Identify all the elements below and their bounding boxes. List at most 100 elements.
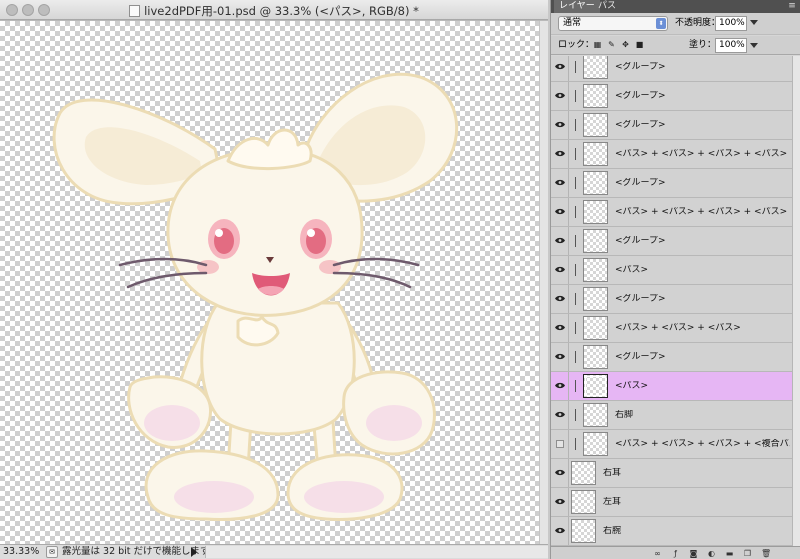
layer-row[interactable]: 左耳 [551, 488, 792, 517]
mask-icon[interactable]: ◙ [689, 549, 698, 558]
layer-row[interactable]: <グループ> [551, 56, 792, 82]
layer-name[interactable]: <パス> + <パス> + <パス> [615, 323, 790, 334]
lock-paint-icon[interactable]: ✎ [607, 40, 616, 49]
visibility-toggle[interactable] [551, 111, 569, 139]
vertical-scrollbar[interactable] [539, 21, 548, 544]
layer-row[interactable]: <グループ> [551, 285, 792, 314]
layer-name[interactable]: <グループ> [615, 91, 790, 102]
opacity-input[interactable]: 100% [715, 16, 747, 31]
blend-mode-select[interactable]: 通常 ⬍ [558, 16, 668, 31]
lock-move-icon[interactable]: ✥ [621, 40, 630, 49]
layer-thumbnail[interactable] [583, 171, 608, 195]
visibility-toggle[interactable] [551, 488, 569, 516]
eye-icon [555, 295, 565, 302]
visibility-toggle[interactable] [551, 227, 569, 255]
layer-name[interactable]: <グループ> [615, 352, 790, 363]
layer-row[interactable]: <グループ> [551, 82, 792, 111]
layer-row[interactable]: <グループ> [551, 227, 792, 256]
status-info-icon[interactable]: ✉ [46, 546, 58, 558]
trash-icon[interactable]: 🗑 [761, 549, 771, 558]
layer-row[interactable]: <パス> + <パス> + <パス> [551, 314, 792, 343]
layer-thumbnail[interactable] [583, 287, 608, 311]
layer-row[interactable]: <パス> [551, 372, 792, 401]
layer-list[interactable]: <グループ> <グループ> <グループ> <パス> + <パス> + <パス> + <… [551, 56, 792, 546]
layer-name[interactable]: <パス> + <パス> + <パス> + <複合パス> ... [615, 439, 790, 450]
visibility-toggle[interactable] [551, 82, 569, 110]
layer-name[interactable]: 右腕 [603, 526, 790, 537]
visibility-toggle[interactable] [551, 285, 569, 313]
clipping-indicator [575, 380, 579, 392]
visibility-toggle[interactable] [551, 517, 569, 545]
layer-thumbnail[interactable] [583, 345, 608, 369]
layer-name[interactable]: <グループ> [615, 294, 790, 305]
layer-name[interactable]: <グループ> [615, 178, 790, 189]
layer-name[interactable]: 右耳 [603, 468, 790, 479]
layer-name[interactable]: 右脚 [615, 410, 790, 421]
layer-list-scrollbar[interactable] [792, 56, 800, 546]
new-layer-icon[interactable]: ❐ [743, 549, 752, 558]
lock-all-icon[interactable]: ■ [635, 40, 644, 49]
layer-row[interactable]: <パス> + <パス> + <パス> + <パス> + <... [551, 198, 792, 227]
layer-name[interactable]: <パス> + <パス> + <パス> + <パス> + <... [615, 207, 790, 218]
document-titlebar[interactable]: live2dPDF用-01.psd @ 33.3% (<パス>, RGB/8) … [0, 0, 548, 20]
visibility-toggle[interactable] [551, 372, 569, 400]
zoom-level[interactable]: 33.33% [3, 546, 43, 558]
layer-thumbnail[interactable] [583, 113, 608, 137]
layer-thumbnail[interactable] [583, 258, 608, 282]
panel-menu-icon[interactable]: ≡ [787, 1, 797, 11]
layer-thumbnail[interactable] [571, 490, 596, 514]
horizontal-scrollbar[interactable] [205, 546, 548, 558]
rabbit-artwork[interactable] [0, 21, 539, 544]
visibility-toggle[interactable] [551, 343, 569, 371]
layer-row[interactable]: 右腕 [551, 517, 792, 546]
layer-thumbnail[interactable] [583, 200, 608, 224]
opacity-dropdown-icon[interactable] [750, 20, 758, 25]
layer-row[interactable]: <パス> + <パス> + <パス> + <パス> + <... [551, 140, 792, 169]
fill-dropdown-icon[interactable] [750, 43, 758, 48]
layer-name[interactable]: <グループ> [615, 120, 790, 131]
layer-thumbnail[interactable] [583, 142, 608, 166]
visibility-toggle[interactable] [551, 256, 569, 284]
layer-thumbnail[interactable] [583, 316, 608, 340]
visibility-toggle[interactable] [551, 140, 569, 168]
eye-icon [555, 266, 565, 273]
layer-thumbnail[interactable] [583, 374, 608, 398]
tab-paths[interactable]: パス [593, 0, 621, 13]
layer-name[interactable]: <パス> [615, 265, 790, 276]
layer-row[interactable]: 右脚 [551, 401, 792, 430]
link-icon[interactable]: ∞ [653, 549, 662, 558]
layer-thumbnail[interactable] [583, 84, 608, 108]
layer-name[interactable]: <パス> + <パス> + <パス> + <パス> + <... [615, 149, 790, 160]
adjustment-icon[interactable]: ◐ [707, 549, 716, 558]
layer-thumbnail[interactable] [583, 56, 608, 79]
layer-thumbnail[interactable] [583, 229, 608, 253]
layer-row[interactable]: 右耳 [551, 459, 792, 488]
status-menu-arrow-icon[interactable] [191, 547, 197, 557]
layer-row[interactable]: <グループ> [551, 169, 792, 198]
fill-input[interactable]: 100% [715, 38, 747, 53]
layer-name[interactable]: 左耳 [603, 497, 790, 508]
chevron-updown-icon: ⬍ [656, 18, 666, 29]
visibility-toggle[interactable] [551, 459, 569, 487]
layer-name[interactable]: <グループ> [615, 236, 790, 247]
visibility-toggle[interactable] [551, 169, 569, 197]
visibility-toggle[interactable] [551, 314, 569, 342]
visibility-toggle[interactable] [551, 401, 569, 429]
layer-name[interactable]: <グループ> [615, 62, 790, 73]
canvas[interactable] [0, 21, 539, 544]
layer-row[interactable]: <グループ> [551, 343, 792, 372]
layer-row[interactable]: <グループ> [551, 111, 792, 140]
visibility-toggle[interactable] [551, 56, 569, 81]
visibility-toggle[interactable] [551, 430, 569, 458]
layer-thumbnail[interactable] [583, 432, 608, 456]
layer-name[interactable]: <パス> [615, 381, 790, 392]
layer-thumbnail[interactable] [571, 461, 596, 485]
layer-thumbnail[interactable] [571, 519, 596, 543]
layer-row[interactable]: <パス> + <パス> + <パス> + <複合パス> ... [551, 430, 792, 459]
visibility-toggle[interactable] [551, 198, 569, 226]
fx-icon[interactable]: ƒ [671, 549, 680, 558]
layer-thumbnail[interactable] [583, 403, 608, 427]
folder-icon[interactable]: ▬ [725, 549, 734, 558]
layer-row[interactable]: <パス> [551, 256, 792, 285]
lock-transparent-icon[interactable]: ▦ [593, 40, 602, 49]
